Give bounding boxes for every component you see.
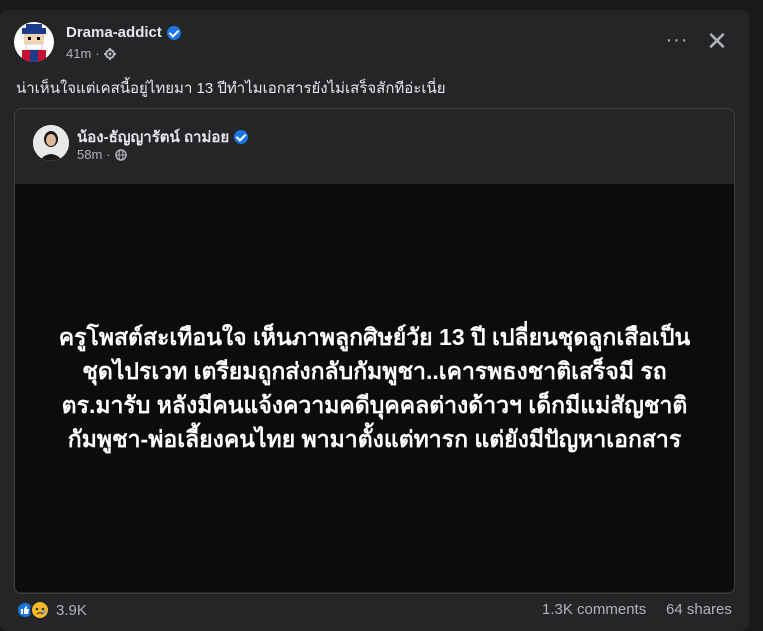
shares-count[interactable]: 64 shares: [666, 601, 732, 618]
globe-icon: [114, 148, 127, 161]
author-name[interactable]: Drama-addict: [66, 24, 162, 41]
post-text: น่าเห็นใจแต่เคสนี้อยู่ไทยมา 13 ปีทำไมเอก…: [16, 80, 446, 97]
shared-post[interactable]: น้อง-ธัญญารัตน์ ถาม่อย 58m · ครูโพสต์สะเ…: [14, 108, 735, 594]
image-caption: ครูโพสต์สะเทือนใจ เห็นภาพลูกศิษย์วัย 13 …: [58, 324, 691, 452]
shared-image[interactable]: ครูโพสต์สะเทือนใจ เห็นภาพลูกศิษย์วัย 13 …: [15, 184, 734, 592]
shared-author-avatar[interactable]: [33, 125, 69, 161]
post-author: Drama-addict: [66, 24, 181, 41]
reactions-summary[interactable]: 3.9K: [16, 600, 87, 620]
post-card: Drama-addict 41m · ··· ✕ น่าเห็นใจแต่เคส…: [0, 10, 749, 631]
globe-gear-icon: [103, 47, 116, 60]
shared-meta: 58m ·: [77, 147, 127, 162]
verified-badge-icon: [234, 130, 249, 144]
shared-author: น้อง-ธัญญารัตน์ ถาม่อย: [77, 125, 249, 149]
author-avatar[interactable]: [14, 22, 54, 62]
comments-count[interactable]: 1.3K comments: [542, 601, 646, 618]
shared-author-name[interactable]: น้อง-ธัญญารัตน์ ถาม่อย: [77, 125, 229, 149]
more-options-button[interactable]: ···: [662, 30, 692, 54]
reaction-count: 3.9K: [56, 601, 87, 619]
verified-badge-icon: [166, 25, 181, 40]
shared-post-time[interactable]: 58m: [77, 147, 102, 162]
post-footer: 3.9K 1.3K comments 64 shares: [0, 596, 749, 628]
close-button[interactable]: ✕: [703, 28, 731, 56]
post-meta: 41m ·: [66, 46, 116, 61]
sad-reaction-icon: [30, 600, 50, 620]
post-time[interactable]: 41m: [66, 46, 91, 61]
